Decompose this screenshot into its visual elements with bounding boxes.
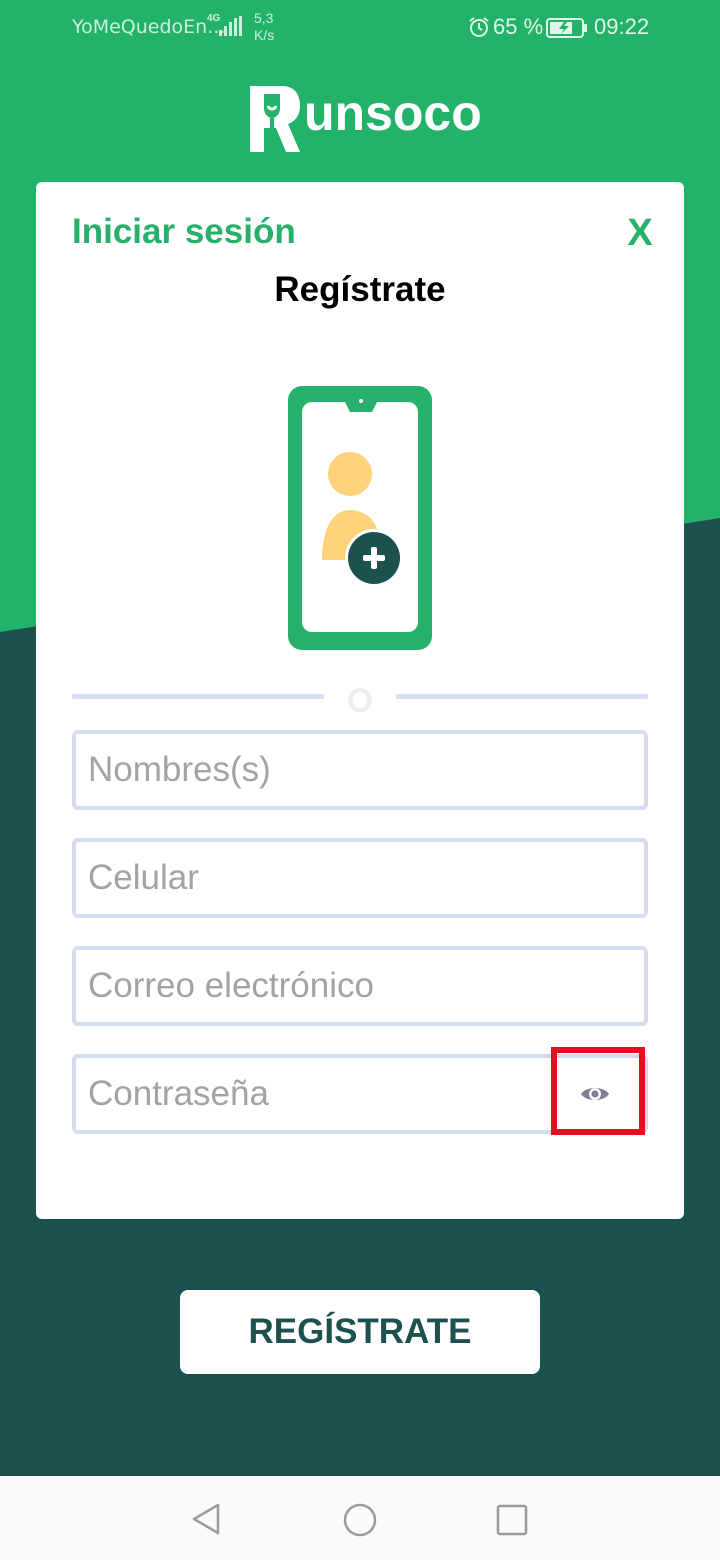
close-button[interactable]: X: [620, 212, 660, 256]
speed-value: 5,3: [254, 10, 274, 26]
status-bar: YoMeQuedoEn... 4G 5,3 K/s 65 % 09:22: [0, 0, 720, 56]
eye-icon: [581, 1088, 609, 1100]
phone-field: [72, 838, 648, 918]
register-button[interactable]: REGÍSTRATE: [180, 1290, 540, 1374]
logo-r-mark-icon: [250, 86, 300, 152]
register-card: Iniciar sesión X Regístrate O: [36, 182, 684, 1219]
email-field: [72, 946, 648, 1026]
divider-or-text: O: [346, 682, 374, 720]
system-nav-bar: [0, 1476, 720, 1560]
name-input[interactable]: [88, 734, 628, 806]
clock-time: 09:22: [594, 14, 650, 39]
password-input[interactable]: [88, 1058, 548, 1130]
recent-apps-icon[interactable]: [496, 1504, 528, 1536]
carrier-name: YoMeQuedoEn...: [72, 16, 226, 38]
show-password-button[interactable]: [551, 1047, 645, 1135]
card-title: Regístrate: [274, 270, 446, 309]
logo-text: unsoco: [304, 85, 482, 141]
runsoco-logo: unsoco: [250, 85, 482, 154]
divider-line-right: [396, 694, 648, 699]
phone-input[interactable]: [88, 842, 628, 914]
phone-add-user-icon: [288, 386, 432, 650]
alarm-icon: [469, 17, 489, 37]
back-icon[interactable]: [190, 1502, 222, 1536]
login-link[interactable]: Iniciar sesión: [72, 212, 296, 252]
home-icon[interactable]: [342, 1502, 378, 1538]
network-speed: 5,3 K/s: [254, 10, 274, 44]
email-input[interactable]: [88, 950, 628, 1022]
battery-charging-icon: [546, 18, 587, 38]
battery-percent: 65 %: [493, 14, 544, 39]
speed-unit: K/s: [254, 27, 275, 43]
name-field: [72, 730, 648, 810]
divider-line-left: [72, 694, 324, 699]
signal-icon: [219, 16, 242, 36]
